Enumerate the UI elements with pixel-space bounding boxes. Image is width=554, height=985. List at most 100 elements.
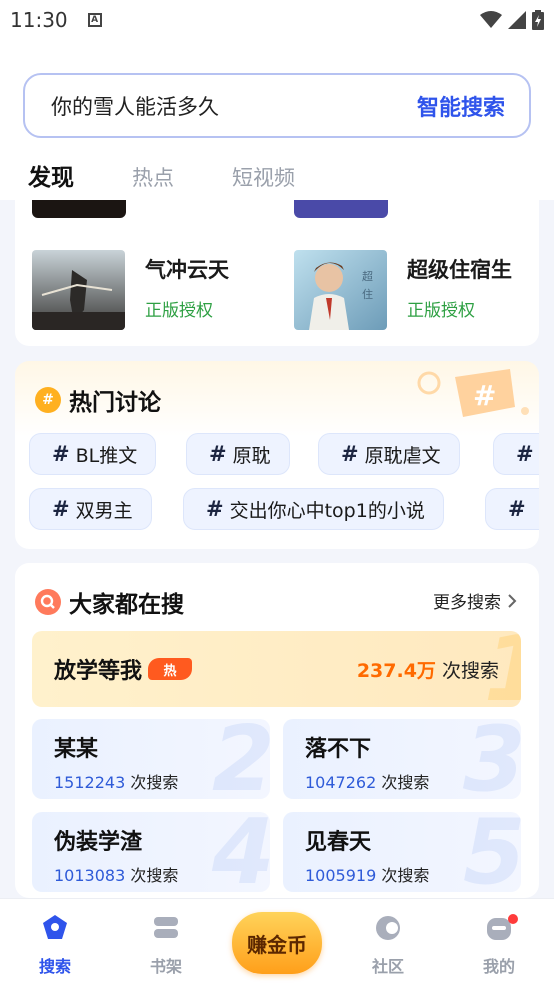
topic-label: BL推文 <box>75 444 138 467</box>
notification-dot <box>508 914 518 924</box>
top-search-item[interactable]: 1 放学等我 热 237.4万 次搜索 <box>32 631 521 707</box>
book-item[interactable]: 超 住 超级住宿生 正版授权 <box>294 250 512 330</box>
nav-mine[interactable]: 我的 <box>469 913 529 977</box>
book-cover-image: 超 住 <box>294 250 387 330</box>
hash-icon: # <box>206 497 224 521</box>
nav-community-label: 社区 <box>371 957 404 976</box>
hash-icon: # <box>341 442 359 466</box>
trending-title: 大家都在搜 <box>69 592 184 618</box>
hash-icon: # <box>516 442 534 466</box>
more-search-label: 更多搜索 <box>433 593 501 613</box>
status-indicators <box>480 10 544 30</box>
topic-chip[interactable]: # 双男主 <box>29 488 152 530</box>
svg-text:#: # <box>473 379 496 412</box>
book-license-tag: 正版授权 <box>407 301 475 321</box>
book-cover-peek[interactable] <box>32 200 126 218</box>
search-count: 237.4万 次搜索 <box>357 656 499 683</box>
book-item[interactable]: 气冲云天 正版授权 <box>32 250 229 330</box>
book-license-tag: 正版授权 <box>145 301 213 321</box>
book-title[interactable]: 超级住宿生 <box>407 254 512 284</box>
book-recommendations: 气冲云天 正版授权 超 住 超级住宿生 正版授权 <box>15 200 539 346</box>
search-item[interactable]: 5 见春天 1005919 次搜索 <box>283 812 521 892</box>
status-time: 11:30 <box>10 8 68 32</box>
hash-icon: # <box>52 442 70 466</box>
search-bar[interactable]: 你的雪人能活多久 智能搜索 <box>23 73 531 138</box>
search-item[interactable]: 4 伪装学渣 1013083 次搜索 <box>32 812 270 892</box>
earn-coins-button[interactable]: 赚金币 <box>232 912 322 974</box>
battery-icon <box>532 10 544 30</box>
topic-chip-partial[interactable]: # <box>485 488 539 530</box>
more-search-link[interactable]: 更多搜索 <box>433 588 517 613</box>
wifi-icon <box>480 11 502 28</box>
svg-text:超: 超 <box>362 269 373 283</box>
topic-hash-icon: # <box>35 387 61 413</box>
search-count-number: 1013083 <box>54 866 126 885</box>
search-item[interactable]: 3 落不下 1047262 次搜索 <box>283 719 521 799</box>
community-icon <box>376 916 400 940</box>
trending-header: 大家都在搜 <box>35 585 184 619</box>
hash-icon: # <box>508 497 526 521</box>
signal-icon <box>508 11 526 29</box>
hash-icon: # <box>52 497 70 521</box>
search-count: 1013083 次搜索 <box>54 862 270 886</box>
search-tag-icon <box>43 915 67 939</box>
search-count-suffix: 次搜索 <box>130 866 179 885</box>
search-term: 放学等我 <box>54 659 143 684</box>
status-bar: 11:30 A <box>0 0 554 40</box>
search-term: 某某 <box>54 737 99 762</box>
topic-tag-decoration: # <box>417 369 529 417</box>
hot-topics-header: # 热门讨论 <box>35 383 161 417</box>
search-count-number: 1512243 <box>54 773 126 792</box>
tab-discover[interactable]: 发现 <box>28 158 74 192</box>
topic-chip[interactable]: # 原耽 <box>186 433 290 475</box>
nav-community[interactable]: 社区 <box>358 913 418 977</box>
search-count-number: 1047262 <box>305 773 377 792</box>
topic-label: 交出你心中top1的小说 <box>229 499 425 522</box>
search-count-suffix: 次搜索 <box>441 659 499 682</box>
topic-chip[interactable]: # BL推文 <box>29 433 157 475</box>
search-circle-icon <box>35 589 61 615</box>
topic-chip-partial[interactable]: # <box>493 433 539 475</box>
search-term: 伪装学渣 <box>54 830 143 855</box>
svg-text:住: 住 <box>362 287 373 301</box>
nav-mine-label: 我的 <box>482 957 515 976</box>
discover-tabs: 发现 热点 短视频 <box>28 158 295 192</box>
book-cover[interactable] <box>32 250 125 330</box>
tab-short-video[interactable]: 短视频 <box>232 162 295 192</box>
search-count-number: 1005919 <box>305 866 377 885</box>
search-term: 见春天 <box>305 830 372 855</box>
topic-chip[interactable]: # 交出你心中top1的小说 <box>183 488 444 530</box>
nav-search[interactable]: 搜索 <box>25 913 85 977</box>
nav-shelf-label: 书架 <box>149 957 182 976</box>
earn-coins-label: 赚金币 <box>247 932 307 957</box>
trending-searches-card: 大家都在搜 更多搜索 1 放学等我 热 237.4万 次搜索 2 某某 1512… <box>15 563 539 898</box>
search-count: 1047262 次搜索 <box>305 769 521 793</box>
hot-badge: 热 <box>148 658 193 680</box>
book-cover-image <box>32 250 125 330</box>
search-input[interactable]: 你的雪人能活多久 <box>51 91 417 121</box>
topic-label: 原耽虐文 <box>364 444 441 467</box>
search-count-suffix: 次搜索 <box>381 773 430 792</box>
topic-label: 原耽 <box>232 444 271 467</box>
accessibility-icon: A <box>87 13 102 27</box>
chevron-right-icon <box>508 593 517 608</box>
topic-label: 双男主 <box>75 499 133 522</box>
tab-hot[interactable]: 热点 <box>132 162 174 192</box>
search-count-number: 237.4万 <box>356 659 436 682</box>
nav-search-label: 搜索 <box>38 957 71 976</box>
search-term: 落不下 <box>305 737 372 762</box>
nav-shelf[interactable]: 书架 <box>136 913 196 977</box>
search-count: 1005919 次搜索 <box>305 862 521 886</box>
book-cover-peek[interactable] <box>294 200 388 218</box>
book-cover[interactable]: 超 住 <box>294 250 387 330</box>
hot-topics-title: 热门讨论 <box>69 390 161 416</box>
search-count-suffix: 次搜索 <box>381 866 430 885</box>
hot-topics-card: # # 热门讨论 # BL推文 # 原耽 # 原耽虐文 # # 双男主 # 交出你心中to… <box>15 361 539 549</box>
topic-chip[interactable]: # 原耽虐文 <box>318 433 460 475</box>
search-count-suffix: 次搜索 <box>130 773 179 792</box>
book-title[interactable]: 气冲云天 <box>145 254 229 284</box>
bookshelf-icon <box>154 917 178 938</box>
search-count: 1512243 次搜索 <box>54 769 270 793</box>
smart-search-button[interactable]: 智能搜索 <box>417 90 505 122</box>
search-item[interactable]: 2 某某 1512243 次搜索 <box>32 719 270 799</box>
